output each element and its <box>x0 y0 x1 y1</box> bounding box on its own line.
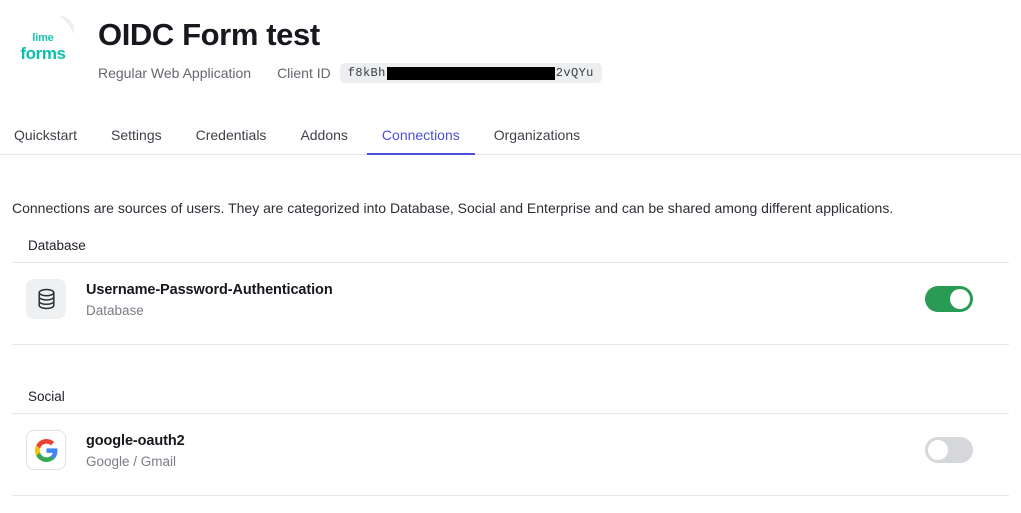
connection-name: Username-Password-Authentication <box>86 282 333 299</box>
page-title: OIDC Form test <box>98 17 320 52</box>
google-icon <box>26 430 66 471</box>
connection-name: google-oauth2 <box>86 433 185 450</box>
connection-text-group: google-oauth2 Google / Gmail <box>86 431 925 469</box>
connection-text-group: Username-Password-Authentication Databas… <box>86 280 925 318</box>
tab-connections[interactable]: Connections <box>365 121 477 156</box>
client-id-label: Client ID <box>277 65 331 82</box>
logo-line-lime: lime <box>32 32 54 44</box>
connection-row-username-password-authentication[interactable]: Username-Password-Authentication Databas… <box>0 263 1021 335</box>
tab-organizations[interactable]: Organizations <box>477 121 597 154</box>
connection-subtitle: Google / Gmail <box>86 454 177 470</box>
connection-toggle-google-oauth2[interactable] <box>925 437 973 464</box>
connections-page: lime forms OIDC Form test Regular Web Ap… <box>0 0 1021 513</box>
app-meta-row: Regular Web Application Client ID f8kBh 2… <box>98 63 602 84</box>
connection-toggle-username-password-authentication[interactable] <box>925 286 973 313</box>
client-id-redaction-bar <box>386 66 555 80</box>
section-heading-database: Database <box>28 238 86 254</box>
tab-addons[interactable]: Addons <box>283 121 364 154</box>
client-id-suffix: 2vQYu <box>555 66 594 81</box>
database-icon <box>26 279 66 320</box>
client-id-group: Client ID f8kBh 2vQYu <box>277 63 602 84</box>
header-body: OIDC Form test Regular Web Application C… <box>98 14 602 84</box>
app-logo: lime forms <box>12 16 74 78</box>
toggle-knob <box>950 289 970 310</box>
tab-settings[interactable]: Settings <box>94 121 179 154</box>
tab-quickstart[interactable]: Quickstart <box>12 121 94 154</box>
app-type-label: Regular Web Application <box>98 65 252 82</box>
logo-line-forms: forms <box>20 44 66 63</box>
logo-wordmark: lime forms <box>12 32 74 63</box>
section-heading-social: Social <box>28 389 65 405</box>
connection-subtitle: Database <box>86 303 144 319</box>
tab-credentials[interactable]: Credentials <box>179 121 284 154</box>
tab-bar: Quickstart Settings Credentials Addons C… <box>0 121 1021 156</box>
client-id-prefix: f8kBh <box>347 66 386 81</box>
connection-row-google-oauth2[interactable]: google-oauth2 Google / Gmail <box>0 414 1021 486</box>
divider-social-bottom <box>12 495 1009 497</box>
toggle-knob <box>928 440 948 461</box>
connections-description: Connections are sources of users. They a… <box>12 200 894 217</box>
app-header: lime forms OIDC Form test Regular Web Ap… <box>0 0 1021 84</box>
client-id-value[interactable]: f8kBh 2vQYu <box>339 63 602 84</box>
